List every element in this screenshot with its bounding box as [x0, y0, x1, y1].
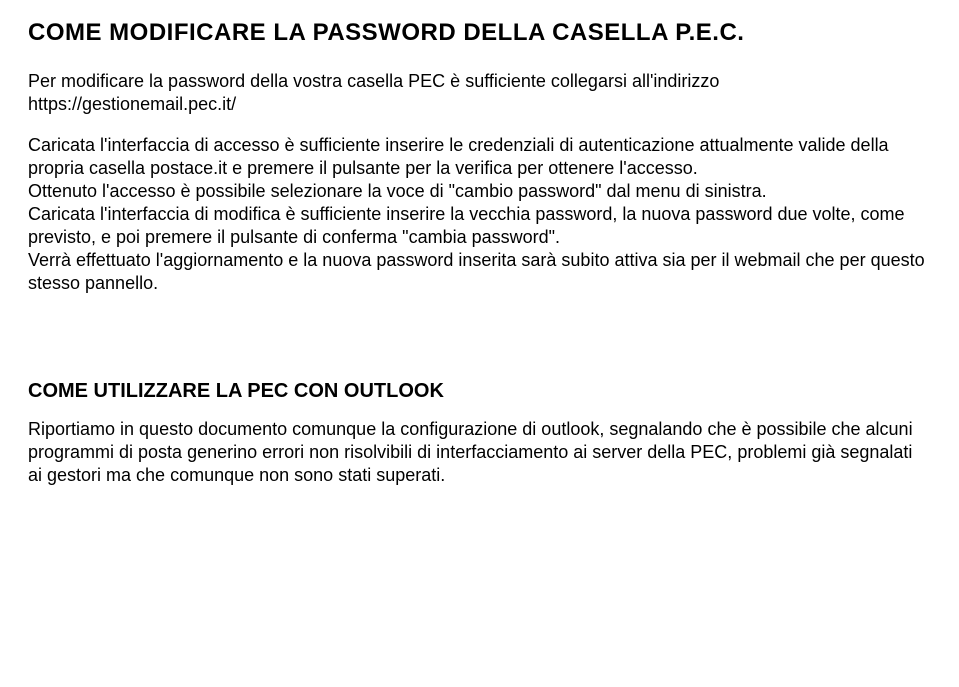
paragraph-intro-url: Per modificare la password della vostra … [28, 70, 931, 116]
paragraph-outlook-note: Riportiamo in questo documento comunque … [28, 418, 931, 487]
document-page: COME MODIFICARE LA PASSWORD DELLA CASELL… [0, 0, 959, 487]
section-spacer [28, 313, 931, 379]
paragraph-login-instructions: Caricata l'interfaccia di accesso è suff… [28, 134, 931, 180]
paragraph-change-password: Caricata l'interfaccia di modifica è suf… [28, 203, 931, 249]
heading-modify-password: COME MODIFICARE LA PASSWORD DELLA CASELL… [28, 18, 931, 48]
paragraph-confirmation: Verrà effettuato l'aggiornamento e la nu… [28, 249, 931, 295]
paragraph-menu-selection: Ottenuto l'accesso è possibile seleziona… [28, 180, 931, 203]
heading-pec-outlook: COME UTILIZZARE LA PEC CON OUTLOOK [28, 379, 931, 404]
